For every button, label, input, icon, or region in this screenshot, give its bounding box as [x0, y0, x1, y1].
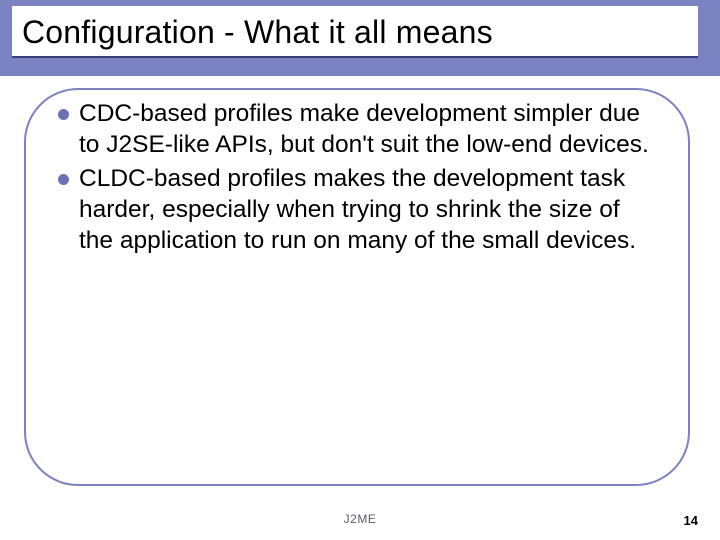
bullet-icon — [58, 174, 69, 185]
bullet-text: CLDC-based profiles makes the developmen… — [79, 163, 660, 257]
page-number: 14 — [684, 513, 698, 528]
bullet-text: CDC-based profiles make development simp… — [79, 98, 660, 161]
slide-title: Configuration - What it all means — [22, 14, 688, 51]
content-body: CDC-based profiles make development simp… — [58, 98, 660, 476]
bullet-icon — [58, 109, 69, 120]
title-container: Configuration - What it all means — [12, 6, 698, 57]
title-underline — [12, 56, 698, 58]
content-frame: CDC-based profiles make development simp… — [24, 88, 690, 486]
list-item: CDC-based profiles make development simp… — [58, 98, 660, 161]
list-item: CLDC-based profiles makes the developmen… — [58, 163, 660, 257]
footer-label: J2ME — [0, 512, 720, 526]
